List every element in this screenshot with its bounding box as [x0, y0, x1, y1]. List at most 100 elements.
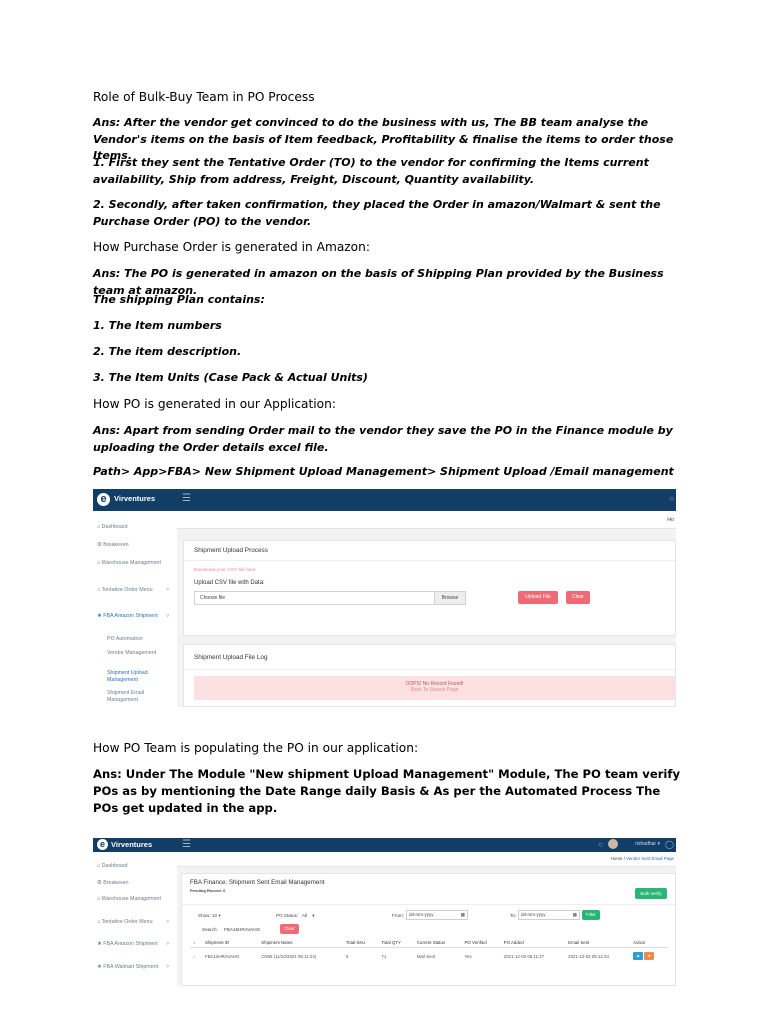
col-total-qty[interactable]: Total QTY [378, 938, 414, 948]
sidebar-subitem-vendor[interactable]: Vendor Management [107, 650, 171, 657]
list-item-numbers: 1. The Item numbers [93, 319, 222, 332]
col-po-added[interactable]: PO Added [500, 938, 566, 948]
chevron-down-icon: v [166, 613, 170, 619]
sidebar-item-label: Dashboard [101, 863, 128, 869]
user-name[interactable]: rishadhar ▾ [635, 841, 660, 847]
sidebar-item-label: FBA Amazon Shipment [103, 941, 158, 947]
chevron-right-icon: > [166, 587, 169, 593]
edit-icon[interactable]: ● [644, 952, 655, 960]
chevron-down-icon: ▾ [218, 913, 221, 918]
para-step-2: 2. Secondly, after taken confirmation, t… [93, 198, 661, 228]
screenshot-shipment-upload: e Virventures ☰ ○ ⌂ Dashboard ⚙ Breakeve… [93, 489, 676, 707]
clear-button[interactable]: Clear [566, 591, 590, 604]
sidebar-item-breakeven[interactable]: ⚙ Breakeven [97, 542, 173, 549]
sidebar-item-warehouse[interactable]: ⌂ Warehouse Management [97, 560, 173, 567]
sidebar-item-warehouse[interactable]: ⌂ Warehouse Management [97, 896, 173, 903]
upload-card: Shipment Upload Process Download your CS… [183, 540, 676, 636]
to-date-placeholder: dd-mm-yyyy [521, 912, 546, 917]
upload-file-button[interactable]: Upload File [518, 591, 558, 604]
cell-current-status: Mail Sent [416, 953, 436, 959]
choose-file-text: Choose file [200, 595, 226, 601]
table-row: ○ FBA16HRAVAHG CN55 (11/10/2021 05:11:24… [190, 948, 668, 965]
cell-po-added: 2021-12-03 05:11:27 [503, 953, 545, 959]
sidebar-item-label: Warehouse Management [101, 896, 161, 902]
main-content: Ho Shipment Upload Process Download your… [177, 511, 676, 707]
to-date-input[interactable]: dd-mm-yyyy ▦ [518, 910, 580, 920]
user-name-text: rishadhar [635, 841, 657, 847]
heading-po-amazon: How Purchase Order is generated in Amazo… [93, 240, 370, 254]
settings-icon[interactable]: ○ [669, 494, 674, 503]
upload-card-title: Shipment Upload Process [194, 547, 268, 554]
view-icon[interactable]: ▲ [633, 952, 644, 960]
page-title: FBA Finance: Shipment Sent Email Managem… [190, 879, 325, 886]
browse-button[interactable]: Browse [434, 592, 465, 604]
search-clear-button[interactable]: Clear [280, 924, 299, 934]
col-shipment-id[interactable]: Shipment ID [202, 938, 259, 948]
col-current-status[interactable]: Current Status [413, 938, 462, 948]
breadcrumb: Home / Vendor Sent Email Page [610, 856, 674, 861]
chevron-right-icon: > [166, 941, 169, 947]
col-po-verified[interactable]: PO Verified [461, 938, 501, 948]
po-status-select[interactable]: All ▾ [302, 913, 315, 919]
search-input[interactable]: FBA16HRAVAHG [224, 927, 260, 932]
to-label: To: [510, 913, 517, 918]
sidebar-item-label: Dashboard [101, 524, 128, 530]
chevron-down-icon: ▾ [657, 841, 660, 847]
sidebar-item-fba-amazon[interactable]: ★ FBA Amazon Shipment v [97, 613, 173, 620]
sidebar-item-tentative-order[interactable]: ⌂ Tentative Order Menu > [97, 587, 173, 594]
csv-label: Upload CSV file with Data: [194, 580, 265, 586]
from-date-input[interactable]: dd-mm-yyyy ▦ [406, 910, 468, 920]
col-shipment-name[interactable]: Shipment Name [258, 938, 343, 948]
show-value: 10 [212, 913, 218, 918]
show-entries-select[interactable]: 10 ▾ [212, 913, 221, 919]
sidebar-item-tentative-order[interactable]: ⌂ Tentative Order Menu > [97, 919, 173, 926]
hamburger-menu-icon[interactable]: ☰ [182, 493, 191, 504]
app-topbar: e Virventures ☰ ○ [93, 489, 676, 511]
sidebar-item-dashboard[interactable]: ⌂ Dashboard [97, 863, 173, 870]
upload-log-card: Shipment Upload File Log OOPS! No Record… [183, 644, 676, 707]
sidebar: ⌂ Dashboard ⚙ Breakeven ⌂ Warehouse Mana… [93, 511, 178, 707]
table-header-row: ○ Shipment ID Shipment Name Total SKU To… [190, 938, 668, 948]
logo-icon: e [97, 839, 108, 850]
sidebar-subitem-po-automation[interactable]: PO Automation [107, 636, 171, 643]
breadcrumb-current: Vendor Sent Email Page [626, 856, 674, 861]
hamburger-menu-icon[interactable]: ☰ [182, 839, 191, 850]
cell-total-sku: 5 [345, 953, 349, 959]
breadcrumb[interactable]: Ho [667, 517, 674, 523]
avatar[interactable] [608, 839, 618, 849]
chevron-down-icon: ▾ [312, 913, 315, 918]
col-total-sku[interactable]: Total SKU [342, 938, 379, 948]
screenshot-email-management: e Virventures ☰ ○ rishadhar ▾ ◯ ⌂ Dashbo… [93, 838, 676, 986]
filter-button[interactable]: Filter [582, 910, 600, 920]
para-step-1: 1. First they sent the Tentative Order (… [93, 156, 649, 186]
sidebar-item-fba-walmart[interactable]: ★ FBA Walmart Shipment > [97, 964, 173, 971]
po-status-value: All [302, 913, 308, 918]
col-email-sent[interactable]: Email Sent [565, 938, 631, 948]
brand-name: Virventures [111, 840, 153, 849]
sidebar-subitem-shipment-email[interactable]: Shipment Email Management [107, 690, 171, 704]
settings-icon[interactable]: ○ [598, 840, 603, 849]
sidebar-item-fba-amazon[interactable]: ★ FBA Amazon Shipment > [97, 941, 173, 948]
sidebar-2: ⌂ Dashboard ⚙ Breakeven ⌂ Warehouse Mana… [93, 852, 178, 986]
sidebar-item-dashboard[interactable]: ⌂ Dashboard [97, 524, 173, 531]
sidebar-subitem-shipment-upload[interactable]: Shipment Upload Management [107, 670, 171, 684]
power-icon[interactable]: ◯ [665, 840, 674, 849]
para-ans-po-application: Ans: Apart from sending Order mail to th… [93, 424, 673, 454]
row-checkbox[interactable]: ○ [190, 948, 202, 965]
heading-po-team: How PO Team is populating the PO in our … [93, 741, 419, 755]
sidebar-item-label: Breakeven [103, 880, 129, 886]
breadcrumb-home[interactable]: Home [611, 856, 623, 861]
choose-file-input[interactable]: Choose file Browse [194, 591, 466, 605]
select-all-checkbox[interactable]: ○ [190, 938, 203, 948]
breadcrumb-bar: Home / Vendor Sent Email Page [177, 852, 676, 867]
download-csv-link[interactable]: Download your CSV file here [194, 568, 256, 573]
bulk-verify-button[interactable]: Bulk Verify [635, 888, 667, 899]
path-text: Path> App>FBA> New Shipment Upload Manag… [93, 465, 674, 478]
brand-logo-2: e Virventures [93, 838, 177, 852]
breadcrumb-bar: Ho [177, 511, 676, 529]
brand-logo: e Virventures [93, 489, 177, 511]
chevron-right-icon: > [166, 964, 169, 970]
sidebar-item-breakeven[interactable]: ⚙ Breakeven [97, 880, 173, 887]
para-shipping-plan: The shipping Plan contains: [93, 293, 265, 306]
back-to-search-link[interactable]: Back To Search Page [194, 687, 675, 693]
